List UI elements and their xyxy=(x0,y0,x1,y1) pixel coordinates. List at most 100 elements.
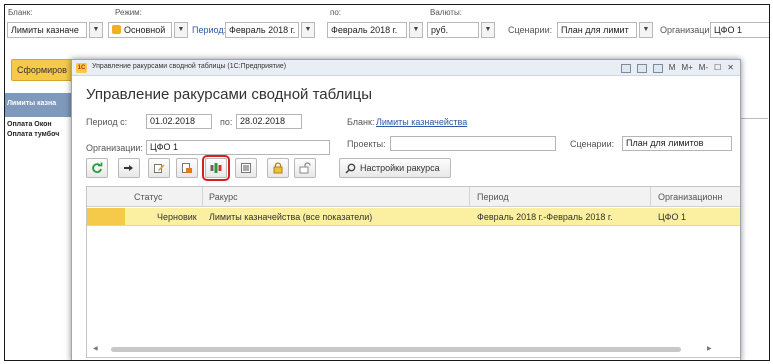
window-title: Управление ракурсами сводной таблицы (1С… xyxy=(92,63,287,70)
blank-link[interactable]: Лимиты казначейства xyxy=(376,117,467,127)
left-list-item[interactable]: Оплата Окон xyxy=(7,121,52,128)
copy-icon xyxy=(182,163,192,173)
close-icon[interactable]: ✕ xyxy=(727,62,734,74)
blank-select[interactable]: Лимиты казначе xyxy=(7,22,87,38)
row-period: Февраль 2018 г.-Февраль 2018 г. xyxy=(477,212,613,222)
mode-select[interactable]: Основной xyxy=(108,22,172,38)
mode-label: Режим: xyxy=(115,8,142,17)
chevron-down-icon: ▼ xyxy=(177,26,185,33)
divider xyxy=(738,118,768,119)
move-icon xyxy=(124,165,133,171)
refresh-icon xyxy=(92,162,103,173)
print-icon[interactable] xyxy=(620,63,631,73)
memory-button[interactable]: M xyxy=(669,62,676,74)
refresh-button[interactable] xyxy=(86,158,108,178)
unlock-icon xyxy=(299,162,311,174)
blank-dropdown[interactable]: ▼ xyxy=(89,22,103,38)
row-status: Черновик xyxy=(157,212,197,222)
row-marker xyxy=(87,208,125,225)
view-settings-label: Настройки ракурса xyxy=(360,163,440,173)
row-organization: ЦФО 1 xyxy=(658,212,687,222)
view-management-window: 1С Управление ракурсами сводной таблицы … xyxy=(71,59,741,360)
mode-dropdown[interactable]: ▼ xyxy=(174,22,188,38)
edit-icon xyxy=(154,164,165,173)
column-separator xyxy=(650,187,651,207)
lock-icon xyxy=(273,162,283,174)
column-separator xyxy=(202,187,203,207)
organization-select[interactable]: ЦФО 1 xyxy=(710,22,769,38)
build-view-button[interactable] xyxy=(202,155,230,181)
organization-label: Организации: xyxy=(660,25,717,35)
to-label: по: xyxy=(330,8,342,17)
background-filter-row: Лимиты казначе ▼ Основной ▼ Период: Февр… xyxy=(5,19,769,41)
list-button[interactable] xyxy=(235,158,257,178)
scenario-label: Сценарии: xyxy=(508,25,553,35)
period-label: Период: xyxy=(192,25,227,35)
app-1c-icon: 1С xyxy=(76,63,87,73)
scenario-select[interactable]: План для лимит xyxy=(557,22,637,38)
background-filter-labels: Бланк: Режим: по: Валюты: xyxy=(5,5,769,20)
column-separator xyxy=(469,187,470,207)
row-view: Лимиты казначейства (все показатели) xyxy=(209,212,373,222)
view-settings-button[interactable]: Настройки ракурса xyxy=(339,158,451,178)
column-view[interactable]: Ракурс xyxy=(209,192,238,202)
period-to-input[interactable]: 28.02.2018 xyxy=(236,114,302,129)
blank-label: Бланк: xyxy=(347,117,375,127)
period-dropdown[interactable]: ▼ xyxy=(301,22,315,38)
period-from-input[interactable]: 01.02.2018 xyxy=(146,114,212,129)
to-select[interactable]: Февраль 2018 г. xyxy=(327,22,407,38)
copy-button[interactable] xyxy=(176,158,198,178)
scroll-right-icon[interactable]: ▶ xyxy=(707,345,712,352)
period-select[interactable]: Февраль 2018 г. xyxy=(225,22,299,38)
period-to-label: по: xyxy=(220,117,233,127)
maximize-icon[interactable]: ☐ xyxy=(714,62,721,74)
organizations-input[interactable]: ЦФО 1 xyxy=(146,140,330,155)
left-list-item[interactable]: Оплата тумбоч xyxy=(7,131,59,138)
column-period[interactable]: Период xyxy=(477,192,509,202)
scroll-left-icon[interactable]: ◀ xyxy=(93,345,98,352)
calculator-icon[interactable] xyxy=(652,63,663,73)
scenario-dropdown[interactable]: ▼ xyxy=(639,22,653,38)
currency-dropdown[interactable]: ▼ xyxy=(481,22,495,38)
page-title: Управление ракурсами сводной таблицы xyxy=(86,86,373,103)
build-icon xyxy=(210,163,221,173)
lock-button[interactable] xyxy=(267,158,289,178)
list-icon xyxy=(241,163,251,173)
scenarios-input[interactable]: План для лимитов xyxy=(622,136,732,151)
app-frame: Бланк: Режим: по: Валюты: Лимиты казначе… xyxy=(4,4,770,361)
currency-select[interactable]: руб. xyxy=(427,22,479,38)
chevron-down-icon: ▼ xyxy=(92,26,100,33)
blank-label: Бланк: xyxy=(8,8,33,17)
column-status[interactable]: Статус xyxy=(134,192,162,202)
chevron-down-icon: ▼ xyxy=(412,26,420,33)
calendar-icon[interactable] xyxy=(636,63,647,73)
table-header: Статус Ракурс Период Организационн xyxy=(87,187,740,207)
column-organization[interactable]: Организационн xyxy=(658,192,722,202)
memory-minus-button[interactable]: M- xyxy=(699,62,708,74)
views-table: Статус Ракурс Период Организационн Черно… xyxy=(86,186,740,358)
chevron-down-icon: ▼ xyxy=(304,26,312,33)
scrollbar-thumb[interactable] xyxy=(111,347,681,352)
currencies-label: Валюты: xyxy=(430,8,462,17)
move-button[interactable] xyxy=(118,158,140,178)
unlock-button[interactable] xyxy=(294,158,316,178)
scenarios-label: Сценарии: xyxy=(570,139,615,149)
projects-label: Проекты: xyxy=(347,139,386,149)
table-row[interactable]: Черновик Лимиты казначейства (все показа… xyxy=(87,208,740,226)
edit-button[interactable] xyxy=(148,158,170,178)
memory-plus-button[interactable]: M+ xyxy=(681,62,692,74)
to-dropdown[interactable]: ▼ xyxy=(409,22,423,38)
mode-icon xyxy=(112,25,121,34)
horizontal-scrollbar[interactable]: ◀ ▶ xyxy=(91,344,717,354)
projects-input[interactable] xyxy=(390,136,556,151)
generate-button[interactable]: Сформиров xyxy=(11,59,77,81)
organizations-label: Организации: xyxy=(86,143,143,153)
chevron-down-icon: ▼ xyxy=(642,26,650,33)
window-title-bar: 1С Управление ракурсами сводной таблицы … xyxy=(72,60,740,76)
left-panel-header-text: Лимиты казна xyxy=(7,100,57,107)
window-controls: M M+ M- ☐ ✕ xyxy=(620,62,734,74)
chevron-down-icon: ▼ xyxy=(484,26,492,33)
period-from-label: Период с: xyxy=(86,117,128,127)
search-icon xyxy=(345,163,356,174)
mode-value: Основной xyxy=(124,25,166,35)
